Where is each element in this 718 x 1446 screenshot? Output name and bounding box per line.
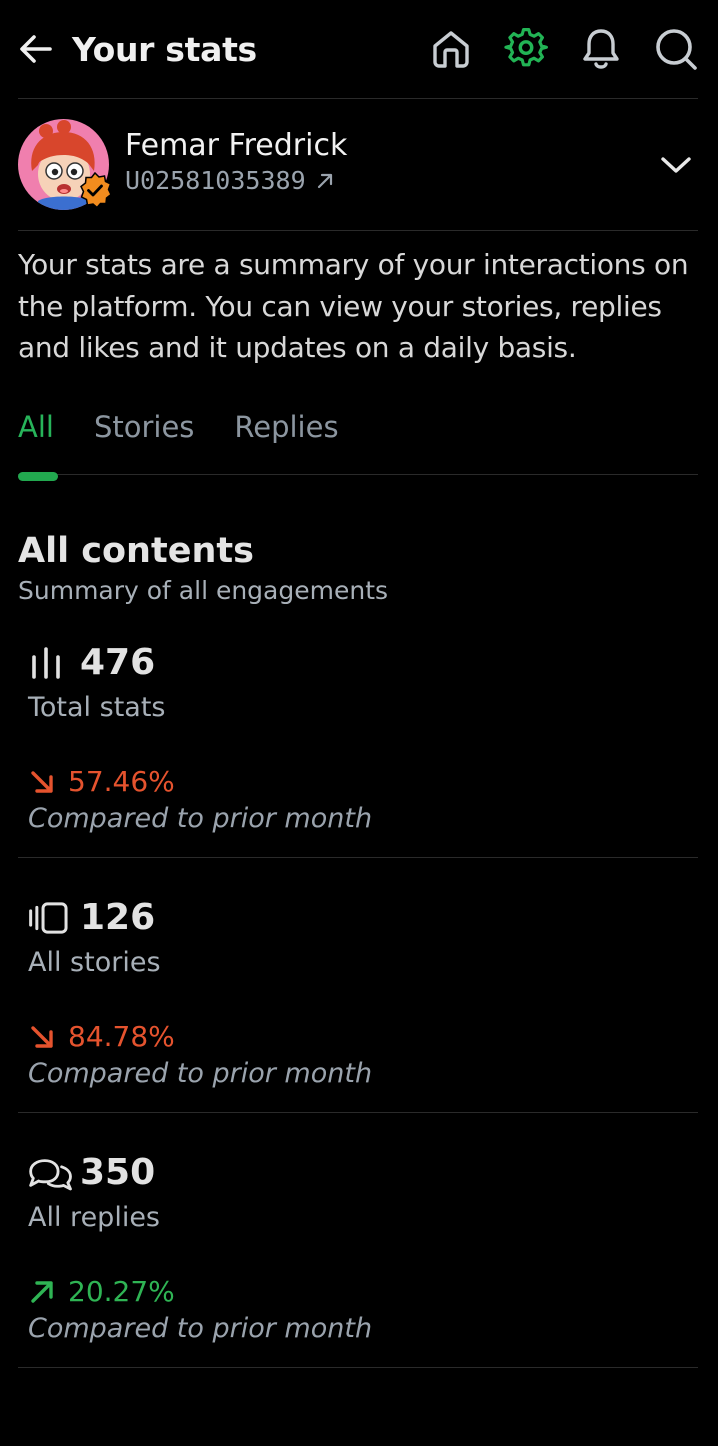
profile-user-id: U02581035389 xyxy=(125,165,306,195)
tab-replies[interactable]: Replies xyxy=(234,394,338,474)
tab-label: All xyxy=(18,409,54,444)
search-button[interactable] xyxy=(654,27,698,71)
stats-tabs: All Stories Replies xyxy=(18,394,698,481)
stat-header: 350 xyxy=(28,1147,698,1199)
section-title: All contents xyxy=(18,530,254,571)
stat-label: All replies xyxy=(28,1201,160,1233)
comparison-note: Compared to prior month xyxy=(28,802,373,834)
stat-change: 20.27% xyxy=(28,1273,698,1311)
stat-header: 476 xyxy=(28,637,698,689)
stat-change: 57.46% xyxy=(28,763,698,801)
page-title: Your stats xyxy=(72,29,257,69)
arrow-down-right-icon xyxy=(31,1025,53,1048)
stat-change: 84.78% xyxy=(28,1018,698,1056)
change-percentage: 84.78% xyxy=(68,1020,175,1053)
replies-icon xyxy=(29,1158,72,1190)
change-percentage: 20.27% xyxy=(68,1275,175,1308)
stat-header: 126 xyxy=(28,892,698,944)
profile-name: Femar Fredrick xyxy=(125,127,348,163)
arrow-left-icon xyxy=(20,35,52,63)
profile-info: Femar Fredrick U02581035389 xyxy=(125,128,654,197)
stat-icon-wrap xyxy=(28,1150,74,1196)
comparison-note: Compared to prior month xyxy=(28,1312,373,1344)
stat-label: All stories xyxy=(28,946,161,978)
home-icon xyxy=(433,31,469,68)
search-icon xyxy=(656,29,697,70)
comparison-note: Compared to prior month xyxy=(28,1057,373,1089)
arrow-up-right-icon xyxy=(31,1280,53,1303)
bar-chart-icon xyxy=(32,646,60,679)
stats-page: Your stats Femar Fredrick U02581035389 Y… xyxy=(0,0,718,1446)
account-dropdown-button[interactable] xyxy=(654,143,698,187)
chevron-down-icon xyxy=(661,156,691,173)
stat-card-stories: 126 All stories 84.78% Compared to prior… xyxy=(18,892,698,1113)
home-button[interactable] xyxy=(429,27,473,71)
arrow-down-right-icon xyxy=(31,770,53,793)
tab-stories[interactable]: Stories xyxy=(94,394,194,474)
tab-label: Replies xyxy=(234,409,339,444)
stories-icon xyxy=(29,901,68,934)
tab-all[interactable]: All xyxy=(18,394,58,481)
change-percentage: 57.46% xyxy=(68,765,175,798)
header-actions xyxy=(429,27,698,71)
active-tab-indicator xyxy=(18,471,58,481)
stat-value: 126 xyxy=(80,897,156,938)
stat-value: 350 xyxy=(80,1152,156,1193)
stat-icon-wrap xyxy=(28,640,74,686)
verified-badge-icon xyxy=(80,172,112,208)
stat-label: Total stats xyxy=(28,691,166,723)
section-subtitle: Summary of all engagements xyxy=(18,575,389,605)
external-link-arrow-icon xyxy=(317,173,332,188)
notifications-button[interactable] xyxy=(579,27,623,71)
tab-label: Stories xyxy=(93,409,195,444)
stat-card-total: 476 Total stats 57.46% Compared to prior… xyxy=(18,637,698,858)
stat-icon-wrap xyxy=(28,895,74,941)
bell-icon xyxy=(583,29,619,69)
back-button[interactable] xyxy=(18,29,56,69)
stat-value: 476 xyxy=(80,642,156,683)
profile-card[interactable]: Femar Fredrick U02581035389 xyxy=(18,99,698,231)
stat-card-replies: 350 All replies 20.27% Compared to prior… xyxy=(18,1147,698,1368)
settings-button[interactable] xyxy=(504,27,548,71)
stats-description: Your stats are a summary of your interac… xyxy=(18,248,689,364)
avatar-container xyxy=(18,119,112,210)
top-bar: Your stats xyxy=(18,0,698,99)
profile-id-link[interactable]: U02581035389 xyxy=(125,165,654,197)
gear-icon xyxy=(504,28,548,67)
